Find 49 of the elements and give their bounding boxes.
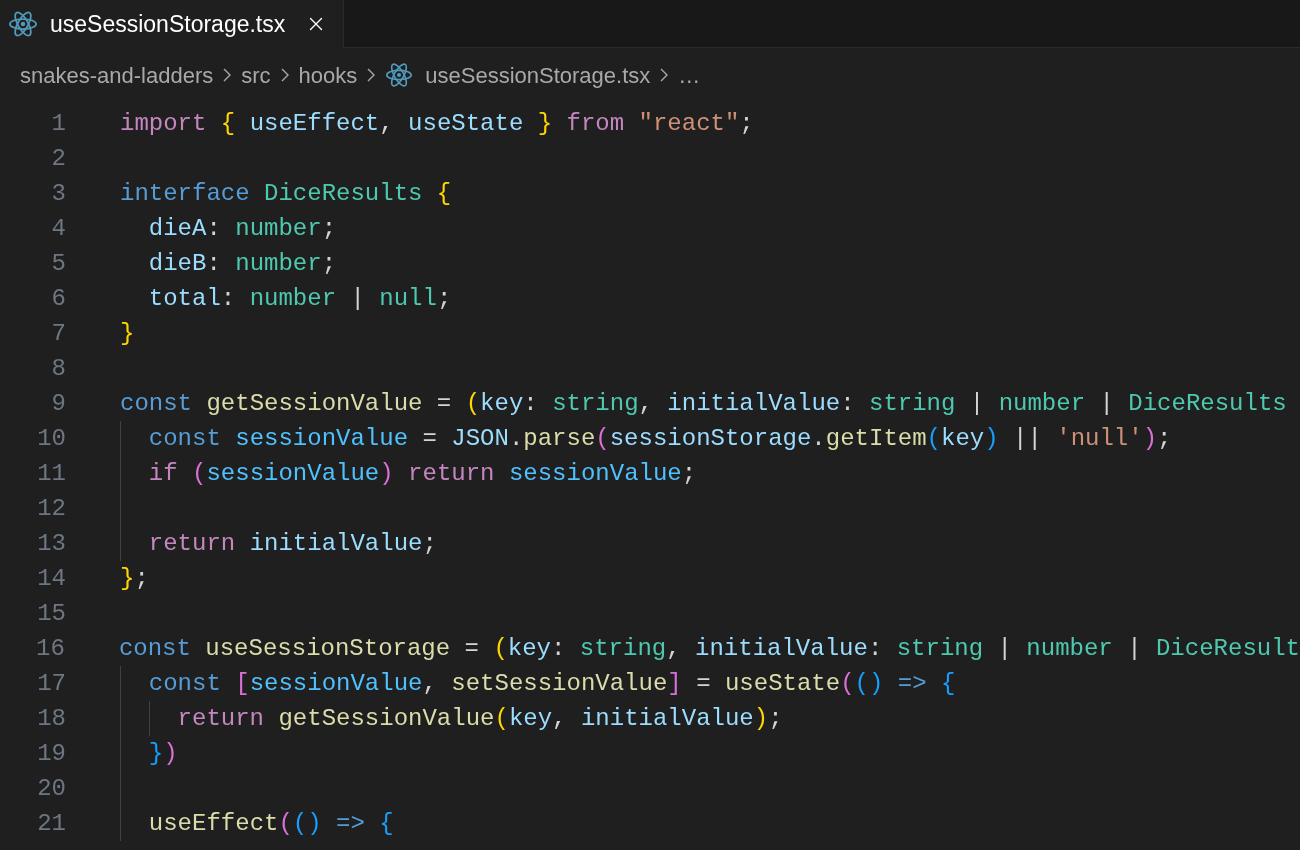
code-line: }) — [148, 738, 178, 769]
code-line: } — [120, 318, 135, 349]
breadcrumb-item[interactable]: src — [241, 58, 271, 92]
breadcrumb-item[interactable]: snakes-and-ladders — [20, 58, 214, 92]
line-number: 11 — [36, 458, 66, 489]
line-number: 5 — [50, 248, 66, 279]
chevron-icon — [280, 68, 289, 82]
line-number: 7 — [50, 318, 66, 349]
line-number: 2 — [50, 143, 66, 174]
line-number: 16 — [35, 633, 65, 664]
code-line: const sessionValue = JSON.parse(sessionStorage.getItem(key) || 'null'); — [148, 423, 1172, 454]
line-number: 19 — [36, 738, 66, 769]
atom-icon — [385, 61, 414, 89]
code-line: if (sessionValue) return sessionValue; — [148, 458, 697, 489]
code-line: interface DiceResults { — [120, 178, 452, 209]
code-line: dieA: number; — [148, 213, 337, 244]
breadcrumb-item[interactable]: useSessionStorage.tsx — [425, 58, 651, 92]
chevron-icon — [367, 68, 376, 82]
line-number: 14 — [36, 563, 66, 594]
code-line: const [sessionValue, setSessionValue] = useState(() => { — [148, 668, 956, 699]
code-line: useEffect(() => { — [148, 808, 394, 839]
line-number: 1 — [50, 108, 66, 139]
code-line: import { useEffect, useState } from "react"; — [120, 108, 754, 139]
code-line: return initialValue; — [148, 528, 437, 559]
chevron-icon — [660, 68, 669, 82]
more-breadcrumb[interactable]: … — [678, 58, 701, 92]
line-number: 15 — [36, 598, 66, 629]
line-number: 17 — [36, 668, 66, 699]
chevron-icon — [223, 68, 232, 82]
atom-icon — [8, 9, 38, 39]
code-line: const getSessionValue = (key: string, initialValue: string | number | DiceResults — [120, 388, 1287, 419]
line-number: 10 — [36, 423, 66, 454]
line-number: 21 — [36, 808, 66, 839]
line-number: 20 — [36, 773, 66, 804]
code-line: return getSessionValue(key, initialValue); — [177, 703, 783, 734]
code-line: const useSessionStorage = (key: string, initialValue: string | number | DiceResult — [118, 633, 1300, 664]
line-number: 18 — [36, 703, 66, 734]
line-number: 12 — [36, 493, 66, 524]
editor-tab[interactable]: useSessionStorage.tsx — [0, 0, 344, 48]
code-line: }; — [120, 563, 149, 594]
line-number: 13 — [36, 528, 66, 559]
code-line: dieB: number; — [148, 248, 337, 279]
breadcrumb-item[interactable]: hooks — [298, 58, 358, 92]
line-number: 9 — [50, 388, 66, 419]
code-line: total: number | null; — [148, 283, 452, 314]
line-number: 6 — [50, 283, 66, 314]
line-number: 8 — [50, 353, 66, 384]
line-number: 3 — [50, 178, 66, 209]
line-number: 4 — [50, 213, 66, 244]
